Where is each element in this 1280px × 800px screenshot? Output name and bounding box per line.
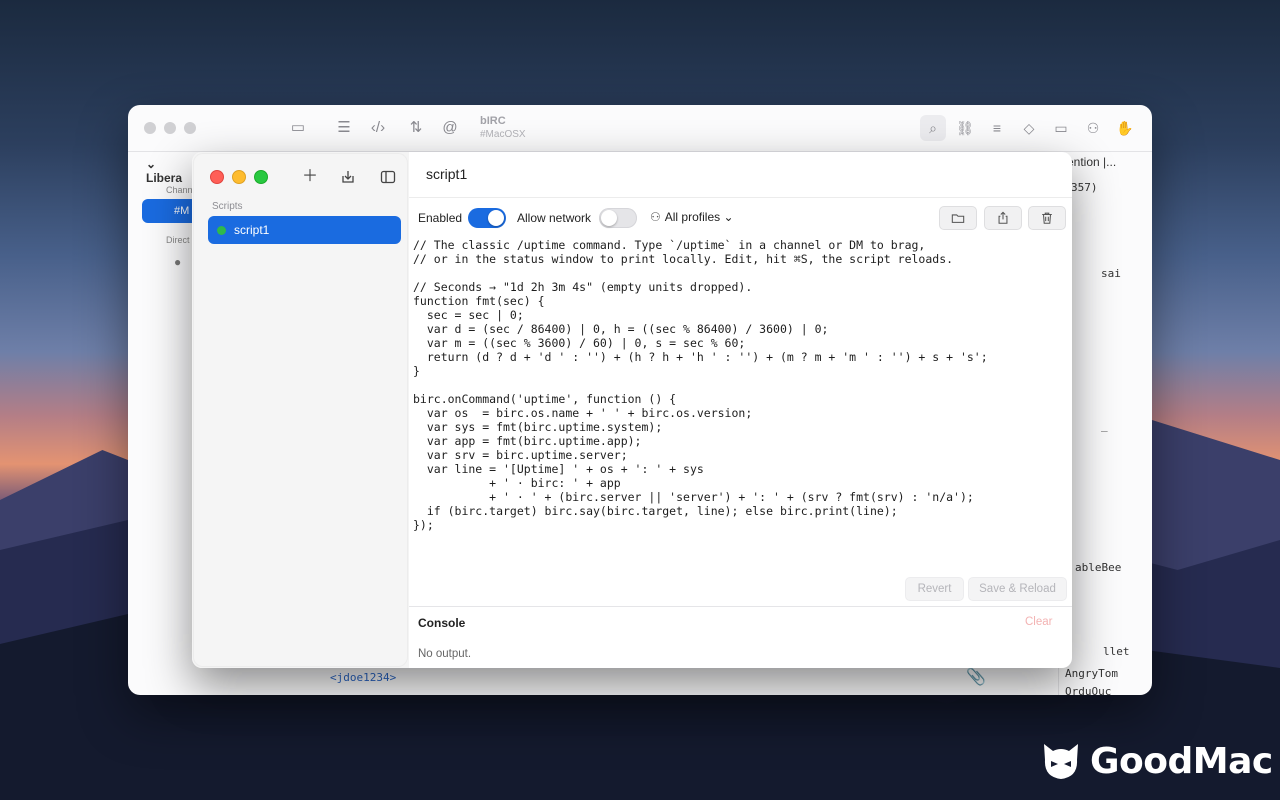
background-titlebar: ▭ ☰ ‹/› ⇅ @ bIRC #MacOSX ⌕ ⛓ ≡ ◇ ▭ ⚇ ✋: [128, 105, 1152, 152]
scripts-window: ＋ Scripts script1 script1 Enabled Allow …: [192, 152, 1072, 668]
add-script-icon[interactable]: ＋: [298, 166, 322, 188]
chevron-down-icon: ⌄: [723, 210, 734, 224]
background-right-column: ention |... 357) sai _ ableBee llet Angr…: [1058, 151, 1152, 695]
zoom-button[interactable]: [254, 170, 268, 184]
terminal-icon[interactable]: ▭: [1048, 115, 1074, 141]
window-title: script1: [426, 166, 468, 182]
reveal-folder-button[interactable]: [939, 206, 977, 230]
layout-icon[interactable]: ☰: [334, 119, 354, 137]
import-icon[interactable]: [336, 166, 360, 188]
scripts-section-header: Scripts: [212, 201, 243, 212]
sidebar-panel: ＋ Scripts script1: [194, 154, 407, 666]
nick-item[interactable]: AngryTom: [1065, 667, 1118, 680]
folder-icon: [951, 214, 965, 223]
script-source[interactable]: // The classic /uptime command. Type `/u…: [413, 238, 988, 532]
mention-icon[interactable]: @: [440, 119, 460, 137]
console-clear-button[interactable]: Clear: [1025, 616, 1052, 628]
users-icon[interactable]: ⚇: [1080, 115, 1106, 141]
sort-icon[interactable]: ⇅: [406, 119, 426, 137]
save-reload-button[interactable]: Save & Reload: [968, 577, 1067, 601]
share-icon: [998, 211, 1008, 224]
enabled-label: Enabled: [418, 211, 463, 225]
inactive-close-button[interactable]: [144, 122, 156, 134]
nick-item[interactable]: sai: [1101, 267, 1121, 280]
trash-icon: [1042, 212, 1052, 224]
nick-item[interactable]: _: [1101, 419, 1108, 432]
input-nick-label: <jdoe1234>: [330, 671, 397, 684]
script-toolbar: Enabled Allow network ⚇ All profiles ⌄: [409, 198, 1072, 238]
network-group[interactable]: ⌄ Libera: [146, 157, 194, 185]
people-icon: ⚇: [650, 210, 661, 224]
user-count: 357): [1071, 181, 1098, 194]
code-editor[interactable]: // The classic /uptime command. Type `/u…: [409, 238, 1072, 568]
minimize-button[interactable]: [232, 170, 246, 184]
background-toolbar: ⌕ ⛓ ≡ ◇ ▭ ⚇ ✋: [920, 115, 1138, 141]
brand-name: GoodMac: [1090, 740, 1273, 782]
channel-subtitle: #MacOSX: [480, 129, 526, 140]
sidebar-toggle-icon[interactable]: ▭: [288, 119, 308, 137]
inactive-minimize-button[interactable]: [164, 122, 176, 134]
goodmac-watermark: GoodMac: [1040, 740, 1273, 782]
delete-script-button[interactable]: [1028, 206, 1066, 230]
close-button[interactable]: [210, 170, 224, 184]
allow-network-toggle[interactable]: [599, 208, 637, 228]
paperclip-icon[interactable]: 📎: [966, 667, 986, 687]
background-window-controls: [144, 122, 196, 134]
inactive-zoom-button[interactable]: [184, 122, 196, 134]
script-name: script1: [234, 223, 270, 237]
direct-label: Direct: [166, 235, 190, 245]
revert-button[interactable]: Revert: [905, 577, 964, 601]
scripts-sidebar: ＋ Scripts script1: [192, 152, 409, 668]
console-divider: [409, 606, 1072, 607]
code-icon[interactable]: ‹/›: [368, 119, 388, 137]
search-icon[interactable]: ⌕: [920, 115, 946, 141]
script-list-item[interactable]: script1: [208, 216, 401, 244]
console-output: No output.: [418, 648, 472, 660]
goodmac-logo-icon: [1044, 744, 1078, 779]
console-title: Console: [418, 616, 466, 630]
tag-icon[interactable]: ◇: [1016, 115, 1042, 141]
nick-item[interactable]: OrduOuc: [1065, 685, 1111, 695]
nick-item[interactable]: ableBee: [1075, 561, 1121, 574]
nick-item[interactable]: llet: [1103, 645, 1130, 658]
script-status-dot: [217, 226, 226, 235]
app-name: bIRC: [480, 115, 506, 127]
profiles-dropdown[interactable]: ⚇ All profiles ⌄: [650, 210, 734, 224]
sidebar-toggle-icon[interactable]: [376, 166, 400, 188]
background-sidebar: ⌄ Libera Chann #M Direct ●: [128, 151, 194, 695]
enabled-toggle[interactable]: [468, 208, 506, 228]
selected-channel[interactable]: #M: [142, 199, 194, 223]
window-controls: [210, 170, 268, 184]
hand-icon[interactable]: ✋: [1112, 115, 1138, 141]
link-icon[interactable]: ⛓: [952, 115, 978, 141]
share-button[interactable]: [984, 206, 1022, 230]
topic-text: ention |...: [1067, 155, 1117, 169]
person-icon[interactable]: ●: [174, 255, 181, 269]
allow-network-label: Allow network: [517, 211, 592, 225]
channels-label: Chann: [166, 185, 193, 195]
list-icon[interactable]: ≡: [984, 115, 1010, 141]
